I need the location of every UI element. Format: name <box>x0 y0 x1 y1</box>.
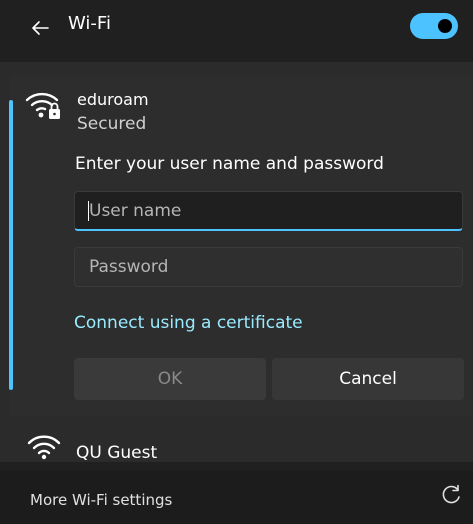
network-name-qu-guest[interactable]: QU Guest <box>76 443 157 463</box>
back-button[interactable] <box>28 16 52 40</box>
certificate-link[interactable]: Connect using a certificate <box>74 313 303 333</box>
toggle-knob <box>438 19 452 33</box>
username-placeholder: User name <box>89 201 182 221</box>
password-input[interactable]: Password <box>74 247 463 287</box>
network-status: Secured <box>77 114 147 134</box>
refresh-icon[interactable] <box>440 484 462 506</box>
arrow-left-icon <box>32 21 49 35</box>
wifi-toggle[interactable] <box>410 13 458 39</box>
page-title: Wi-Fi <box>68 13 111 34</box>
wifi-lock-icon <box>25 92 60 119</box>
cancel-button[interactable]: Cancel <box>272 358 464 400</box>
selection-indicator <box>9 100 13 390</box>
auth-prompt: Enter your user name and password <box>75 154 384 174</box>
wifi-icon <box>27 435 61 460</box>
password-placeholder: Password <box>89 257 169 277</box>
network-name-eduroam[interactable]: eduroam <box>77 90 149 109</box>
footer: More Wi-Fi settings <box>0 470 473 524</box>
wifi-header: Wi-Fi <box>0 0 473 62</box>
more-wifi-settings-link[interactable]: More Wi-Fi settings <box>30 491 172 509</box>
ok-button[interactable]: OK <box>74 358 266 400</box>
username-input[interactable]: User name <box>74 191 463 231</box>
